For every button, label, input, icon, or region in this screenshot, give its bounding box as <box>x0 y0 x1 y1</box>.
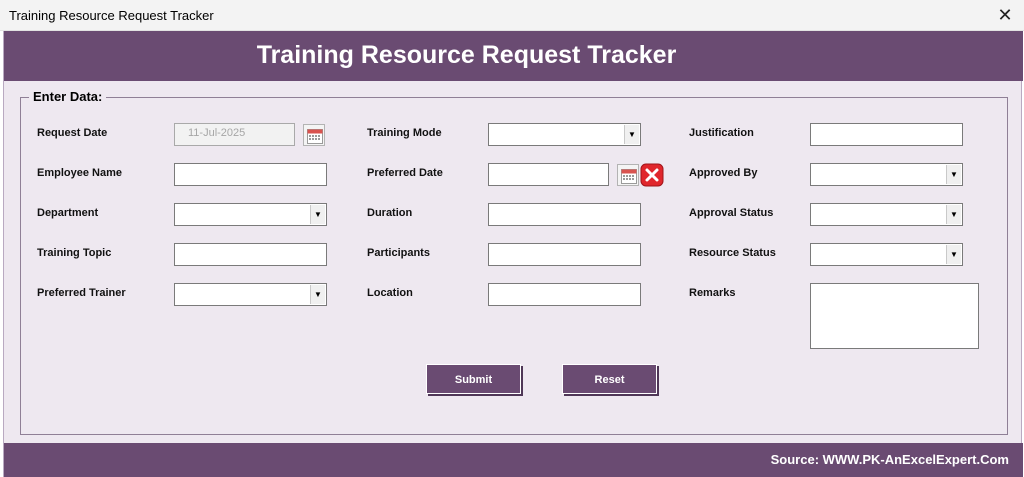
training-mode-dropdown[interactable]: ▼ <box>488 123 641 146</box>
source-credit: Source: WWW.PK-AnExcelExpert.Com <box>770 452 1009 467</box>
training-topic-field[interactable] <box>174 243 327 266</box>
resource-status-label: Resource Status <box>689 247 776 259</box>
preferred-trainer-dropdown[interactable]: ▼ <box>174 283 327 306</box>
preferred-date-calendar-button[interactable] <box>617 164 639 186</box>
duration-field[interactable] <box>488 203 641 226</box>
request-date-calendar-button[interactable] <box>303 124 325 146</box>
request-date-field[interactable]: 11-Jul-2025 <box>174 123 295 146</box>
request-date-label: Request Date <box>37 127 108 139</box>
resource-status-dropdown[interactable]: ▼ <box>810 243 963 266</box>
employee-name-label: Employee Name <box>37 167 122 179</box>
department-dropdown[interactable]: ▼ <box>174 203 327 226</box>
justification-field[interactable] <box>810 123 963 146</box>
dropdown-arrow-icon[interactable]: ▼ <box>310 285 325 304</box>
location-field[interactable] <box>488 283 641 306</box>
remarks-textarea[interactable] <box>810 283 979 349</box>
dropdown-arrow-icon[interactable]: ▼ <box>946 205 961 224</box>
dropdown-arrow-icon[interactable]: ▼ <box>624 125 639 144</box>
preferred-date-field[interactable] <box>488 163 609 186</box>
page-title: Training Resource Request Tracker <box>256 41 677 69</box>
dropdown-arrow-icon[interactable]: ▼ <box>946 245 961 264</box>
dropdown-arrow-icon[interactable]: ▼ <box>310 205 325 224</box>
user-form: Training Resource Request Tracker Enter … <box>3 31 1023 477</box>
submit-button[interactable]: Submit <box>426 364 521 394</box>
participants-label: Participants <box>367 247 430 259</box>
reset-button[interactable]: Reset <box>562 364 657 394</box>
clear-date-button[interactable] <box>640 163 664 187</box>
approval-status-label: Approval Status <box>689 207 774 219</box>
justification-label: Justification <box>689 127 754 139</box>
approved-by-dropdown[interactable]: ▼ <box>810 163 963 186</box>
enter-data-frame: Enter Data: Request Date Employee Name D… <box>20 89 1008 435</box>
participants-field[interactable] <box>488 243 641 266</box>
approved-by-label: Approved By <box>689 167 758 179</box>
training-mode-label: Training Mode <box>367 127 442 139</box>
department-label: Department <box>37 207 99 219</box>
clear-date-icon <box>640 163 664 187</box>
training-topic-label: Training Topic <box>37 247 112 259</box>
duration-label: Duration <box>367 207 413 219</box>
location-label: Location <box>367 287 413 299</box>
form-header: Training Resource Request Tracker <box>4 31 1023 81</box>
window-titlebar: Training Resource Request Tracker ✕ <box>0 0 1024 31</box>
preferred-date-label: Preferred Date <box>367 167 443 179</box>
calendar-icon <box>307 129 323 144</box>
form-footer: Source: WWW.PK-AnExcelExpert.Com <box>4 443 1023 477</box>
remarks-label: Remarks <box>689 287 736 299</box>
calendar-icon <box>621 169 637 184</box>
frame-legend: Enter Data: <box>29 89 107 104</box>
approval-status-dropdown[interactable]: ▼ <box>810 203 963 226</box>
dropdown-arrow-icon[interactable]: ▼ <box>946 165 961 184</box>
window-title: Training Resource Request Tracker <box>9 8 214 23</box>
employee-name-field[interactable] <box>174 163 327 186</box>
preferred-trainer-label: Preferred Trainer <box>37 287 126 299</box>
close-icon[interactable]: ✕ <box>994 4 1016 26</box>
